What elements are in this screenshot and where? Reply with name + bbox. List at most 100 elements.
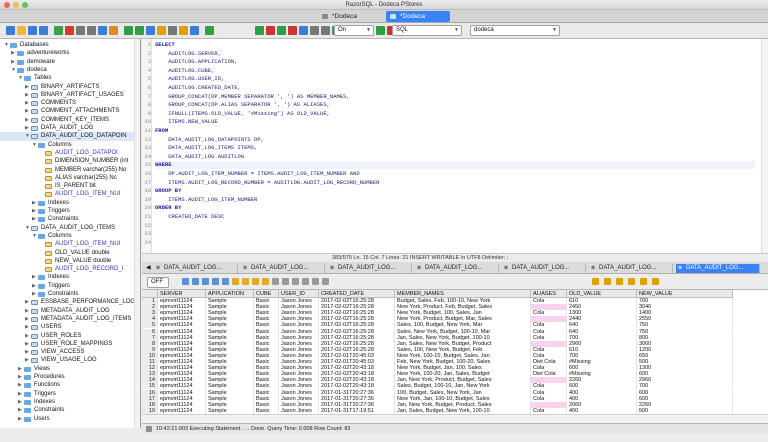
save-all-icon[interactable]: [39, 26, 48, 35]
commit-icon[interactable]: [277, 26, 286, 35]
close-tab-icon[interactable]: ⊗: [243, 264, 247, 273]
save-icon[interactable]: [28, 26, 37, 35]
copy-row-icon[interactable]: [640, 278, 647, 285]
save-icon[interactable]: [302, 278, 309, 285]
find-icon[interactable]: [146, 26, 155, 35]
navigator-scrollbar[interactable]: [134, 39, 140, 428]
sort-icon[interactable]: [232, 278, 239, 285]
results-horizontal-scrollbar[interactable]: [142, 414, 768, 423]
table-icon: [31, 117, 38, 123]
view-icon[interactable]: [168, 26, 177, 35]
undo-icon[interactable]: [312, 278, 319, 285]
star-icon[interactable]: [179, 26, 188, 35]
add-row-icon[interactable]: [282, 278, 289, 285]
redo-icon[interactable]: [135, 26, 144, 35]
table-cell[interactable]: epmvirt11124: [158, 407, 206, 414]
column-header[interactable]: [142, 290, 158, 298]
copy-icon[interactable]: [98, 26, 107, 35]
refresh-icon[interactable]: [182, 278, 189, 285]
format-icon[interactable]: [310, 26, 319, 35]
nav-right-icon[interactable]: [604, 278, 611, 285]
result-tab[interactable]: ⊗ DATA_AUDIT_LOG...: [154, 264, 238, 273]
row-number[interactable]: 19: [142, 407, 158, 414]
result-tab[interactable]: ⊗ DATA_AUDIT_LOG...: [328, 264, 412, 273]
lock-icon[interactable]: [628, 278, 635, 285]
export-icon[interactable]: [65, 26, 74, 35]
clear-icon[interactable]: [321, 26, 330, 35]
print-icon[interactable]: [76, 26, 85, 35]
line-number: 8: [147, 101, 151, 109]
last-page-icon[interactable]: [222, 278, 229, 285]
column-header[interactable]: SERVER: [158, 290, 206, 298]
close-tab-icon[interactable]: ⊗: [417, 264, 421, 273]
close-tab-icon[interactable]: ⊗: [330, 264, 334, 273]
table-cell[interactable]: Sample: [206, 407, 254, 414]
tab-dodeca-pstores-2[interactable]: *Dodeca PStores: [386, 11, 450, 31]
language-select[interactable]: SQL ▼: [392, 25, 462, 36]
column-header[interactable]: CREATED_DATE: [319, 290, 395, 298]
table-icon[interactable]: [157, 26, 166, 35]
connection-select[interactable]: dodeca ▼: [470, 25, 560, 36]
copy-icon[interactable]: [252, 278, 259, 285]
tab-scroll-left-icon[interactable]: ◀: [146, 264, 151, 271]
edit-icon[interactable]: [272, 278, 279, 285]
next-page-icon[interactable]: [212, 278, 219, 285]
table-cell[interactable]: Jason Jones: [279, 407, 319, 414]
nav-left-icon[interactable]: [592, 278, 599, 285]
table-cell[interactable]: 500: [637, 407, 733, 414]
paste-icon[interactable]: [109, 26, 118, 35]
result-tab[interactable]: ⊗ DATA_AUDIT_LOG...: [676, 264, 760, 273]
delete-row-icon[interactable]: [292, 278, 299, 285]
zoom-window-icon[interactable]: [22, 2, 28, 8]
table-cell[interactable]: Jan, Sales, Budget, New York, 100-10: [395, 407, 531, 414]
table-cell[interactable]: Cola: [531, 407, 567, 414]
close-tab-icon[interactable]: ⊗: [678, 264, 682, 273]
explain-icon[interactable]: [299, 26, 308, 35]
result-tab[interactable]: ⊗ DATA_AUDIT_LOG...: [415, 264, 499, 273]
prev-page-icon[interactable]: [202, 278, 209, 285]
result-tab[interactable]: ⊗ DATA_AUDIT_LOG...: [241, 264, 325, 273]
bookmark-icon[interactable]: [190, 26, 199, 35]
filter-select[interactable]: OFF: [147, 277, 169, 288]
import-icon[interactable]: [54, 26, 63, 35]
result-tab[interactable]: ⊗ DATA_AUDIT_LOG...: [589, 264, 673, 273]
star-icon[interactable]: [652, 278, 659, 285]
filter-icon[interactable]: [242, 278, 249, 285]
first-page-icon[interactable]: [192, 278, 199, 285]
close-tab-icon[interactable]: ⊗: [504, 264, 508, 273]
column-header[interactable]: OLD_VALUE: [567, 290, 637, 298]
table-cell[interactable]: 400: [567, 407, 637, 414]
sql-editor[interactable]: 1 SELECT 2 AUDITLOG.SERVER, 3 AUDITLOG.APPL…: [142, 39, 768, 253]
filter-rows-icon[interactable]: [616, 278, 623, 285]
result-tab[interactable]: ⊗ DATA_AUDIT_LOG...: [502, 264, 586, 273]
undo-icon[interactable]: [124, 26, 133, 35]
column-header[interactable]: NEW_VALUE: [637, 290, 733, 298]
execute-all-icon[interactable]: [255, 26, 264, 35]
tree-node[interactable]: ▶ Users: [0, 415, 134, 424]
close-window-icon[interactable]: [4, 2, 10, 8]
stop-icon[interactable]: [266, 26, 275, 35]
table-cell[interactable]: Basic: [254, 407, 279, 414]
expand-icon[interactable]: ▶: [18, 415, 22, 424]
table-cell[interactable]: 2017-01-31T17:19:51: [319, 407, 395, 414]
rollback-icon[interactable]: [288, 26, 297, 35]
connect-icon[interactable]: [376, 26, 385, 35]
cut-icon[interactable]: [87, 26, 96, 35]
column-header[interactable]: MEMBER_NAMES: [395, 290, 531, 298]
minimize-window-icon[interactable]: [13, 2, 19, 8]
open-folder-icon[interactable]: [17, 26, 26, 35]
column-header[interactable]: APPLICATION: [206, 290, 254, 298]
search-icon[interactable]: [322, 278, 329, 285]
export-icon[interactable]: [262, 278, 269, 285]
column-header[interactable]: CUBE: [254, 290, 279, 298]
new-file-icon[interactable]: [6, 26, 15, 35]
tab-dodeca-pstores-1[interactable]: *Dodeca PStores: [318, 11, 382, 31]
autocommit-select[interactable]: On ▼: [334, 25, 374, 36]
close-tab-icon[interactable]: ⊗: [156, 264, 160, 273]
close-tab-icon[interactable]: ⊗: [591, 264, 595, 273]
execute-icon[interactable]: [205, 26, 214, 35]
column-header[interactable]: USER_ID: [279, 290, 319, 298]
results-grid[interactable]: SERVER APPLICATION CUBE USER_ID CREATED_DATE…: [142, 290, 768, 414]
editor-scrollbar[interactable]: [761, 39, 768, 253]
column-header[interactable]: ALIASES: [531, 290, 567, 298]
